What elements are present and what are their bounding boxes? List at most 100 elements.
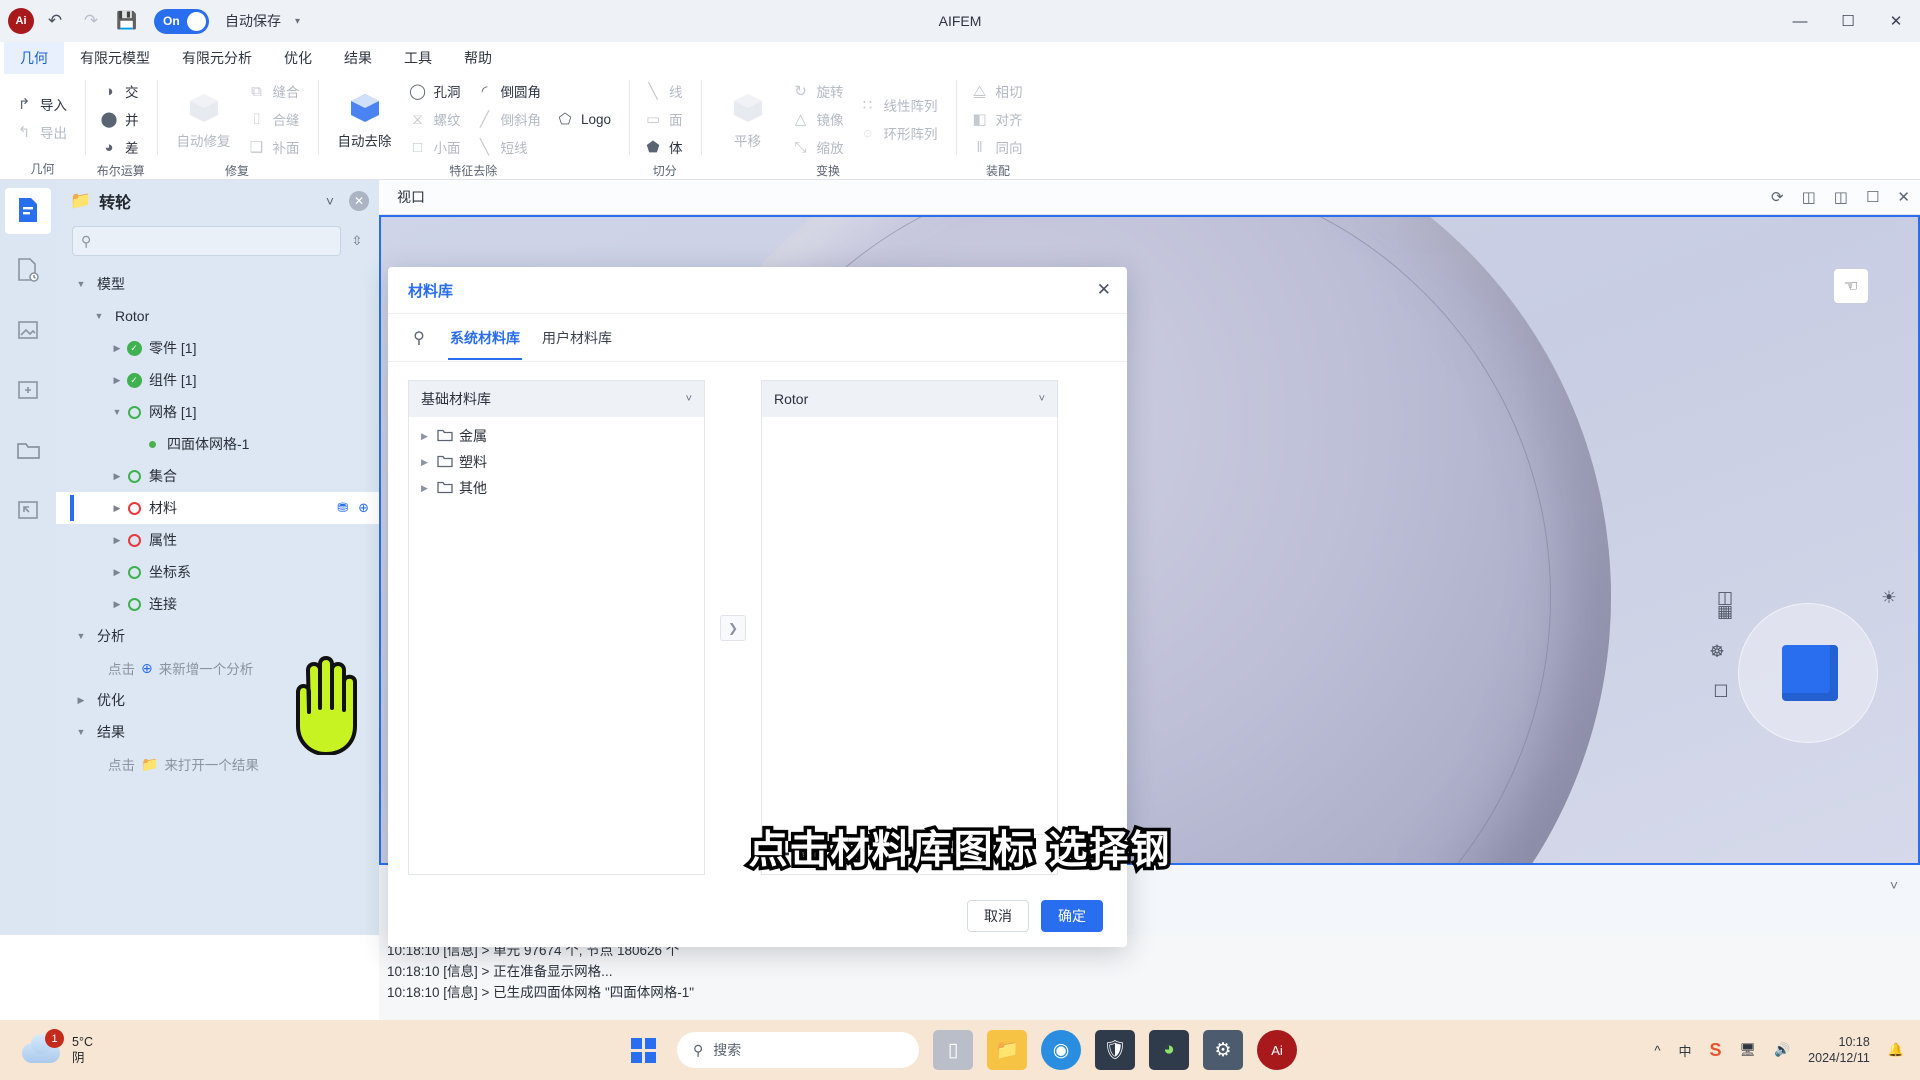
plus-circle-icon[interactable]: ⊕ (141, 660, 153, 677)
ribbon-button-linear-pattern-icon[interactable]: ∷ 线性阵列 (854, 91, 946, 119)
view-navigation-cube[interactable]: ◫ ☀ ☸ ☐ ▦ (1709, 588, 1897, 743)
chevron-down-icon[interactable]: ▼ (72, 631, 90, 641)
maximize-icon[interactable]: ☐ (1866, 188, 1879, 206)
rail-button-history-doc-icon[interactable] (5, 248, 51, 294)
ribbon-button-circular-pattern-icon[interactable]: ◌ 环形阵列 (854, 119, 946, 147)
chevron-right-icon[interactable]: ▶ (72, 695, 90, 706)
target-panel-header[interactable]: Rotor ˅ (762, 381, 1057, 417)
close-button[interactable]: ✕ (1872, 0, 1920, 42)
search-input[interactable]: ⚲ (72, 226, 341, 256)
notification-bell-icon[interactable]: 🔔 (1888, 1042, 1904, 1058)
rail-button-image-icon[interactable] (5, 308, 51, 354)
add-icon[interactable]: ⊕ (358, 500, 369, 516)
autosave-dropdown-icon[interactable]: ▾ (295, 16, 300, 27)
undo-icon[interactable]: ↶ (40, 6, 70, 36)
ribbon-button-small-face-icon[interactable]: □ 小面 (404, 133, 469, 161)
open-folder-icon[interactable]: 📁 (141, 756, 158, 773)
chevron-right-icon[interactable]: ▶ (421, 483, 437, 494)
windows-start-icon[interactable] (623, 1030, 663, 1070)
autosave-toggle[interactable]: On (154, 8, 209, 34)
material-category-row[interactable]: ▶ 其他 (409, 475, 704, 501)
ribbon-button-import-icon[interactable]: ↱ 导入 (10, 90, 75, 118)
ribbon-button-same-direction-icon[interactable]: ‖ 同向 (966, 133, 1031, 161)
tree-node-2[interactable]: ▶ ✓ 零件 [1] (56, 332, 379, 364)
ribbon-button-translate-icon[interactable]: 平移 (711, 81, 785, 157)
rail-button-folder-icon[interactable] (5, 428, 51, 474)
tab-system-material-library[interactable]: 系统材料库 (448, 315, 522, 360)
split-horizontal-icon[interactable]: ◫ (1834, 188, 1848, 206)
axis-cube-icon[interactable] (1782, 645, 1838, 701)
chevron-down-icon[interactable]: ▼ (90, 311, 108, 321)
chevron-right-icon[interactable]: ▶ (108, 471, 126, 482)
tree-node-0[interactable]: ▼ 模型 (56, 268, 379, 300)
source-panel-header[interactable]: 基础材料库 ˅ (409, 381, 704, 417)
tree-node-13[interactable]: ▶ 优化 (56, 684, 379, 716)
minimize-button[interactable]: — (1776, 0, 1824, 42)
chevron-down-icon[interactable]: ▼ (72, 727, 90, 737)
ribbon-button-chamfer-icon[interactable]: ╱ 倒斜角 (471, 105, 550, 133)
tab-viewport[interactable]: 视口 (397, 187, 425, 207)
material-category-row[interactable]: ▶ 金属 (409, 423, 704, 449)
menu-item-2[interactable]: 有限元分析 (166, 42, 268, 74)
menu-item-3[interactable]: 优化 (268, 42, 328, 74)
tree-node-5[interactable]: · 四面体网格-1 (56, 428, 379, 460)
close-icon[interactable]: ✕ (349, 191, 369, 211)
menu-item-6[interactable]: 帮助 (448, 42, 508, 74)
tree-node-10[interactable]: ▶ 连接 (56, 588, 379, 620)
aifem-app-icon[interactable]: Ai (1257, 1030, 1297, 1070)
mesh-globe-icon[interactable]: ☸ (1704, 639, 1730, 665)
tree-node-9[interactable]: ▶ 坐标系 (56, 556, 379, 588)
tree-node-1[interactable]: ▼ Rotor (56, 300, 379, 332)
ribbon-button-tangent-icon[interactable]: ⧋ 相切 (966, 77, 1031, 105)
material-category-row[interactable]: ▶ 塑料 (409, 449, 704, 475)
task-view-icon[interactable]: ▯ (933, 1030, 973, 1070)
ribbon-button-short-edge-icon[interactable]: ╲ 短线 (471, 133, 550, 161)
tree-node-7[interactable]: ▶ 材料 ⛃ ⊕ (56, 492, 379, 524)
ribbon-button-fillet-icon[interactable]: ◜ 倒圆角 (471, 77, 550, 105)
chevron-down-icon[interactable]: ▼ (108, 407, 126, 417)
add-material-button[interactable]: ✚ 新增材料 (762, 834, 1057, 874)
refresh-icon[interactable]: ⟳ (1771, 188, 1784, 206)
sogou-icon[interactable]: S (1709, 1040, 1721, 1061)
rail-button-add-folder-icon[interactable] (5, 368, 51, 414)
rail-button-export-box-icon[interactable] (5, 488, 51, 534)
tree-node-4[interactable]: ▼ 网格 [1] (56, 396, 379, 428)
ribbon-button-hole-icon[interactable]: ◯ 孔洞 (404, 77, 469, 105)
tree-node-8[interactable]: ▶ 属性 (56, 524, 379, 556)
tree-hint-row[interactable]: 点击 📁 来打开一个结果 (56, 748, 379, 780)
ribbon-button-body-icon[interactable]: ⬟ 体 (639, 133, 691, 161)
edge-browser-icon[interactable]: ◉ (1041, 1030, 1081, 1070)
settings-icon[interactable]: ⚙ (1203, 1030, 1243, 1070)
save-icon[interactable]: 💾 (112, 6, 142, 36)
chevron-right-icon[interactable]: ▶ (421, 431, 437, 442)
ribbon-button-thread-icon[interactable]: ⧖ 螺纹 (404, 105, 469, 133)
confirm-button[interactable]: 确定 (1041, 900, 1103, 932)
search-icon[interactable]: ⚲ (408, 328, 430, 348)
sort-icon[interactable]: ⇳ (347, 233, 367, 249)
app-green-icon[interactable]: ◕ (1149, 1030, 1189, 1070)
cancel-button[interactable]: 取消 (967, 900, 1029, 932)
ribbon-button-logo-icon[interactable]: ⬠ Logo (551, 105, 619, 133)
ribbon-button-intersect-icon[interactable]: ◑ 交 (95, 77, 147, 105)
taskbar-search-input[interactable]: ⚲ 搜索 (677, 1032, 919, 1068)
chevron-right-icon[interactable]: ▶ (108, 567, 126, 578)
ribbon-button-auto-repair-icon[interactable]: 自动修复 (167, 81, 241, 157)
chevron-down-icon[interactable]: ˅ (1890, 877, 1898, 893)
ribbon-button-scale-icon[interactable]: ⤡ 缩放 (787, 133, 852, 161)
tree-node-6[interactable]: ▶ 集合 (56, 460, 379, 492)
menu-item-1[interactable]: 有限元模型 (64, 42, 166, 74)
menu-item-5[interactable]: 工具 (388, 42, 448, 74)
ribbon-button-stitch-icon[interactable]: ⧉ 缝合 (243, 77, 308, 105)
ribbon-button-rotate-icon[interactable]: ↻ 旋转 (787, 77, 852, 105)
chevron-right-icon[interactable]: ▶ (108, 535, 126, 546)
chevron-down-icon[interactable]: ▼ (72, 279, 90, 289)
chevron-right-icon[interactable]: ▶ (421, 457, 437, 468)
rail-button-document-icon[interactable] (5, 188, 51, 234)
chevron-right-icon[interactable]: ▶ (108, 503, 126, 514)
tree-node-3[interactable]: ▶ ✓ 组件 [1] (56, 364, 379, 396)
ribbon-button-auto-remove-icon[interactable]: 自动去除 (328, 81, 402, 157)
ribbon-button-union-icon[interactable]: ⬤ 并 (95, 105, 147, 133)
material-library-icon[interactable]: ⛃ (337, 500, 348, 516)
tab-user-material-library[interactable]: 用户材料库 (540, 315, 614, 360)
ribbon-button-mirror-icon[interactable]: △ 镜像 (787, 105, 852, 133)
